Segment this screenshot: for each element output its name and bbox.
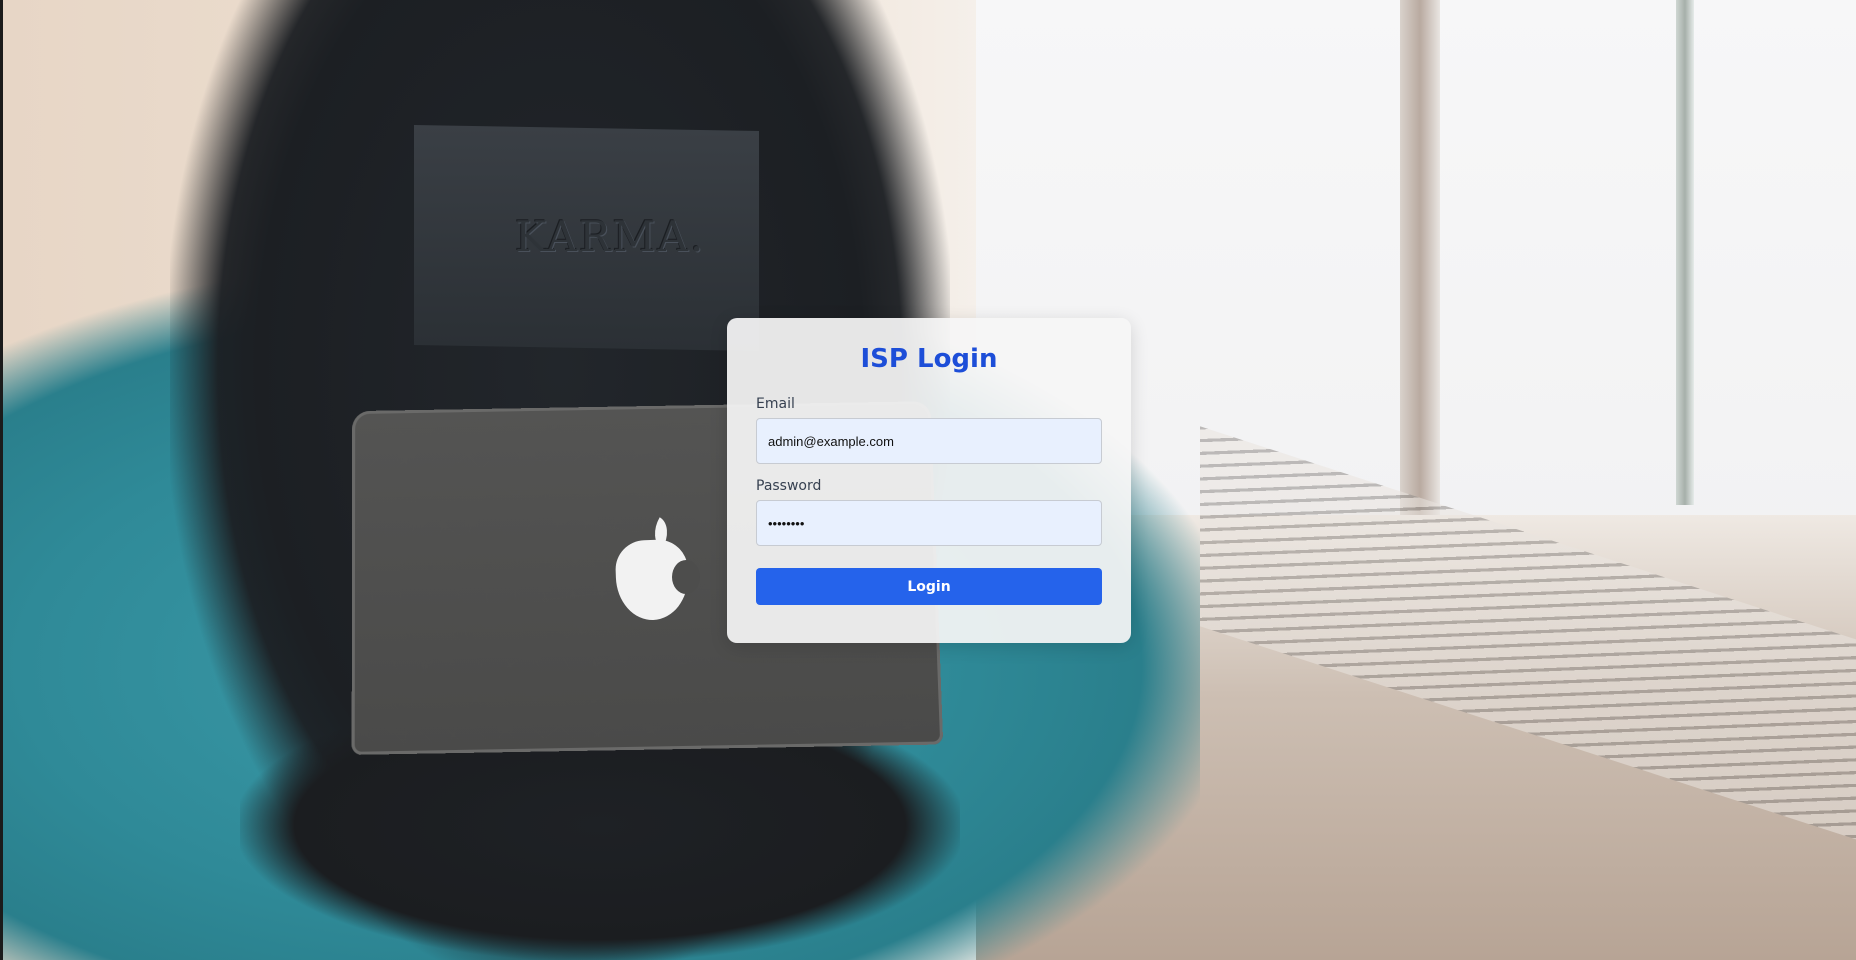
background-window-frame-post — [1400, 0, 1440, 525]
login-title: ISP Login — [860, 344, 998, 374]
background-shirt-text: KARMA. — [515, 212, 706, 261]
background-edge — [0, 0, 3, 960]
email-input[interactable] — [756, 418, 1102, 464]
apple-logo-bite — [672, 560, 700, 594]
email-label: Email — [756, 396, 795, 412]
background-window-frame-post-2 — [1676, 0, 1694, 505]
password-label: Password — [756, 478, 822, 494]
password-input[interactable] — [756, 500, 1102, 546]
login-button[interactable]: Login — [756, 568, 1102, 605]
login-card: ISP Login Email Password Login — [727, 318, 1131, 643]
